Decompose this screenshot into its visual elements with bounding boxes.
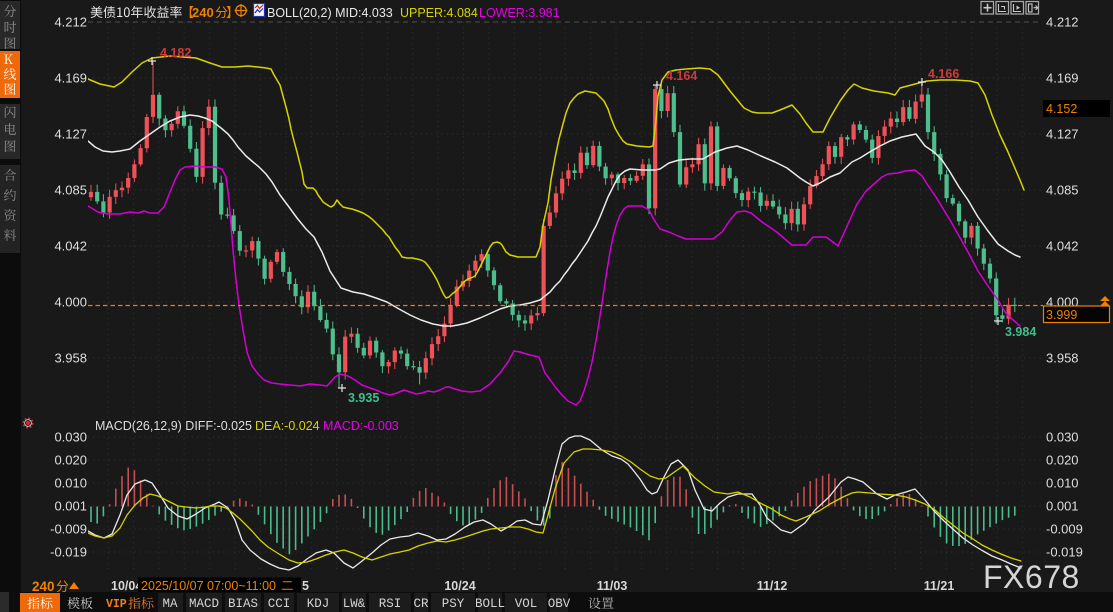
svg-text:4.085: 4.085 [1046,183,1079,198]
svg-text:0.030: 0.030 [1046,430,1079,445]
svg-text:DEA:-0.024: DEA:-0.024 [255,419,320,433]
svg-text:11/12: 11/12 [757,579,788,593]
svg-text:0.020: 0.020 [54,453,87,468]
svg-text:LW&: LW& [343,597,366,611]
svg-text:4.212: 4.212 [1046,15,1079,30]
svg-text:MACD: MACD [189,597,219,611]
svg-text:4.042: 4.042 [54,239,87,254]
svg-text:3.935: 3.935 [348,391,379,405]
svg-text:VOL: VOL [515,597,538,611]
svg-text:RSI: RSI [379,597,402,611]
svg-text:3.999: 3.999 [1046,308,1077,322]
svg-text:10/04: 10/04 [111,579,142,593]
svg-text:0.020: 0.020 [1046,453,1079,468]
svg-text:BOLL(20,2) MID:4.033: BOLL(20,2) MID:4.033 [267,6,393,20]
svg-text:0.030: 0.030 [54,430,87,445]
svg-text:4.169: 4.169 [1046,71,1079,86]
svg-text:4.169: 4.169 [54,71,87,86]
svg-text:-0.019: -0.019 [50,545,87,560]
svg-text:0.001: 0.001 [1046,499,1079,514]
svg-text:240: 240 [192,5,214,20]
svg-text:MACD(26,12,9) DIFF:-0.025: MACD(26,12,9) DIFF:-0.025 [95,419,252,433]
svg-text:4.212: 4.212 [54,15,87,30]
svg-text:4.042: 4.042 [1046,239,1079,254]
svg-text:3.984: 3.984 [1005,325,1036,339]
svg-text:11/03: 11/03 [597,579,628,593]
svg-text:BOLL: BOLL [475,597,505,611]
svg-text:3.958: 3.958 [1046,351,1079,366]
svg-text:3.958: 3.958 [54,351,87,366]
svg-text:4.152: 4.152 [1046,102,1077,116]
svg-text:MACD:-0.003: MACD:-0.003 [323,419,399,433]
svg-text:CR: CR [413,597,429,611]
svg-text:VIP: VIP [106,598,127,611]
svg-text:0.001: 0.001 [54,499,87,514]
svg-text:10/24: 10/24 [444,579,475,593]
svg-text:240: 240 [32,579,55,594]
svg-text:4.164: 4.164 [666,69,697,83]
svg-text:4.166: 4.166 [928,67,959,81]
svg-text:OBV: OBV [548,597,571,611]
svg-text:-0.009: -0.009 [50,522,87,537]
svg-text:FX678: FX678 [983,559,1080,595]
svg-text:PSY: PSY [442,597,465,611]
svg-text:4.127: 4.127 [1046,127,1079,142]
svg-text:4.085: 4.085 [54,183,87,198]
svg-text:LOWER:3.981: LOWER:3.981 [479,6,560,20]
svg-text:11/21: 11/21 [924,579,955,593]
svg-text:-0.019: -0.019 [1046,545,1083,560]
svg-text:4.000: 4.000 [54,295,87,310]
svg-text:5: 5 [302,579,309,593]
svg-text:2025/10/07 07:00~11:00: 2025/10/07 07:00~11:00 [141,579,276,593]
svg-text:4.182: 4.182 [160,46,191,60]
svg-text:4.127: 4.127 [54,127,87,142]
svg-text:UPPER:4.084: UPPER:4.084 [400,6,478,20]
svg-text:0.010: 0.010 [1046,476,1079,491]
svg-text:-0.009: -0.009 [1046,522,1083,537]
svg-text:0.010: 0.010 [54,476,87,491]
svg-text:MA: MA [162,597,178,611]
svg-text:CCI: CCI [268,597,291,611]
svg-text:BIAS: BIAS [228,597,258,611]
svg-text:KDJ: KDJ [307,597,330,611]
